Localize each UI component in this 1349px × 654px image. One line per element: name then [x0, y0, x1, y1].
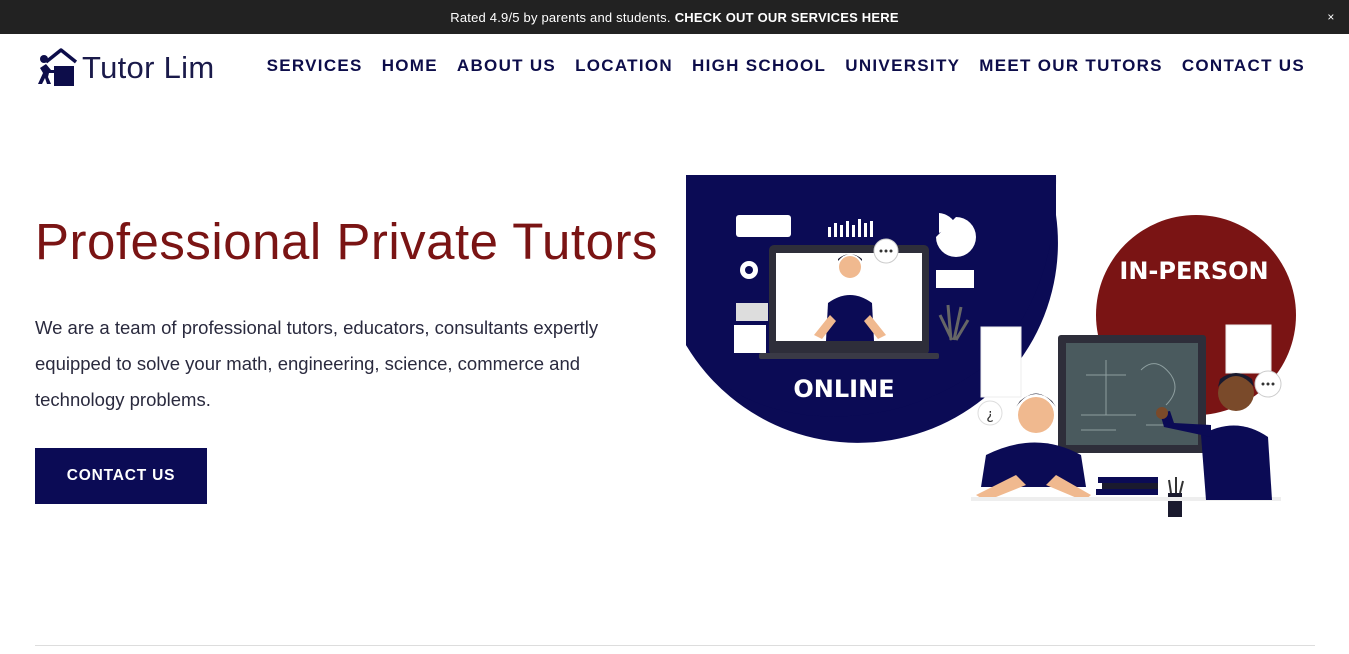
hero-title: Professional Private Tutors	[35, 213, 658, 270]
logo-text: Tutor Lim	[82, 50, 215, 85]
inperson-label: IN-PERSON	[1119, 257, 1268, 285]
nav-home[interactable]: HOME	[382, 56, 438, 76]
hero-description: We are a team of professional tutors, ed…	[35, 317, 599, 410]
announcement-services-link[interactable]: CHECK OUT OUR SERVICES HERE	[675, 10, 899, 25]
hero-illustration: ONLINE IN-PERSON ¿	[686, 175, 1296, 517]
close-icon[interactable]: ×	[1313, 0, 1349, 34]
nav-about-us[interactable]: ABOUT US	[457, 56, 556, 76]
online-label: ONLINE	[793, 375, 894, 403]
nav-high-school[interactable]: HIGH SCHOOL	[692, 56, 826, 76]
section-divider	[35, 645, 1315, 646]
contact-us-button[interactable]: CONTACT US	[35, 448, 207, 504]
logo-icon	[38, 48, 78, 86]
main-nav: SERVICES HOME ABOUT US LOCATION HIGH SCH…	[267, 56, 1305, 76]
announcement-bar: Rated 4.9/5 by parents and students. CHE…	[0, 0, 1349, 34]
announcement-text: Rated 4.9/5 by parents and students.	[450, 9, 671, 25]
nav-location[interactable]: LOCATION	[575, 56, 673, 76]
nav-contact-us[interactable]: CONTACT US	[1182, 56, 1305, 76]
site-header: Tutor Lim SERVICES HOME ABOUT US LOCATIO…	[0, 34, 1349, 102]
svg-text:¿: ¿	[986, 407, 993, 423]
nav-meet-our-tutors[interactable]: MEET OUR TUTORS	[979, 56, 1163, 76]
nav-services[interactable]: SERVICES	[267, 56, 363, 76]
nav-university[interactable]: UNIVERSITY	[845, 56, 960, 76]
logo[interactable]: Tutor Lim	[34, 46, 214, 90]
